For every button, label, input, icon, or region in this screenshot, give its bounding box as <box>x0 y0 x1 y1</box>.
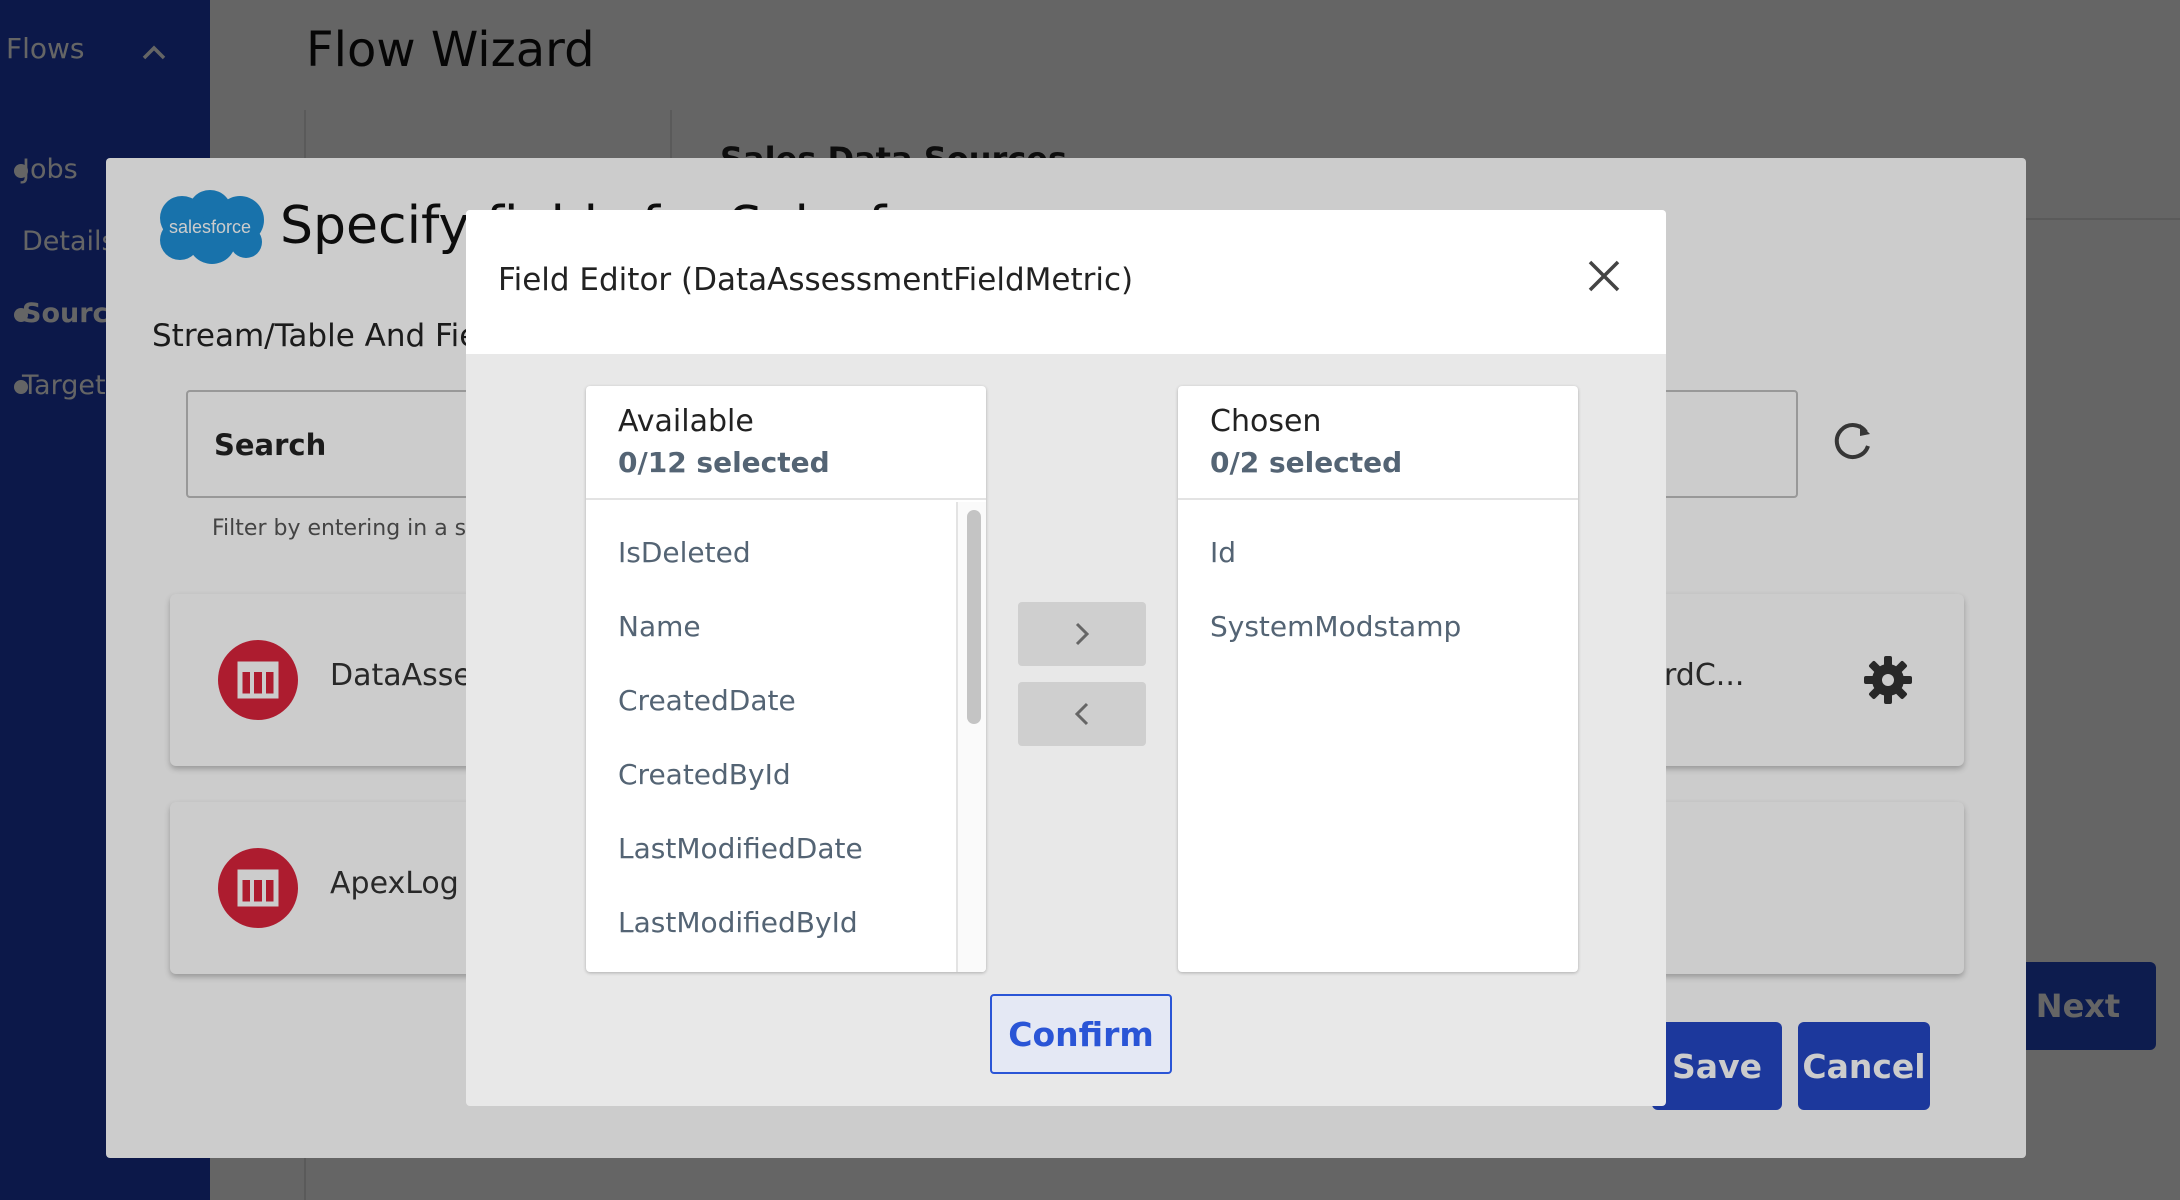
chosen-list: Chosen 0/2 selected Id SystemModstamp <box>1178 386 1578 972</box>
list-header: Available 0/12 selected <box>586 386 986 500</box>
chevron-right-icon <box>1075 622 1090 646</box>
list-item[interactable]: LastModifiedById <box>618 906 858 939</box>
list-item[interactable]: Name <box>618 610 701 643</box>
list-body: IsDeleted Name CreatedDate CreatedById L… <box>586 500 986 972</box>
modal-title: Field Editor (DataAssessmentFieldMetric) <box>498 262 1134 298</box>
modal-header: Field Editor (DataAssessmentFieldMetric) <box>466 210 1666 354</box>
list-header: Chosen 0/2 selected <box>1178 386 1578 500</box>
selection-count: 0/2 selected <box>1210 446 1403 479</box>
list-item[interactable]: CreatedById <box>618 758 791 791</box>
scrollbar-thumb[interactable] <box>967 510 981 724</box>
list-item[interactable]: IsDeleted <box>618 536 751 569</box>
chevron-left-icon <box>1074 702 1089 726</box>
list-item[interactable]: LastModifiedDate <box>618 832 863 865</box>
confirm-button[interactable]: Confirm <box>990 994 1172 1074</box>
available-list: Available 0/12 selected IsDeleted Name C… <box>586 386 986 972</box>
list-title: Available <box>618 404 754 439</box>
list-title: Chosen <box>1210 404 1322 439</box>
move-left-button[interactable] <box>1018 682 1146 746</box>
list-item[interactable]: CreatedDate <box>618 684 796 717</box>
scrollbar[interactable] <box>956 502 986 972</box>
close-icon[interactable] <box>1584 256 1624 296</box>
move-right-button[interactable] <box>1018 602 1146 666</box>
list-body: Id SystemModstamp <box>1178 500 1578 972</box>
field-editor-modal: Field Editor (DataAssessmentFieldMetric)… <box>466 210 1666 1106</box>
list-item[interactable]: SystemModstamp <box>1210 610 1461 643</box>
list-item[interactable]: Id <box>1210 536 1236 569</box>
selection-count: 0/12 selected <box>618 446 830 479</box>
